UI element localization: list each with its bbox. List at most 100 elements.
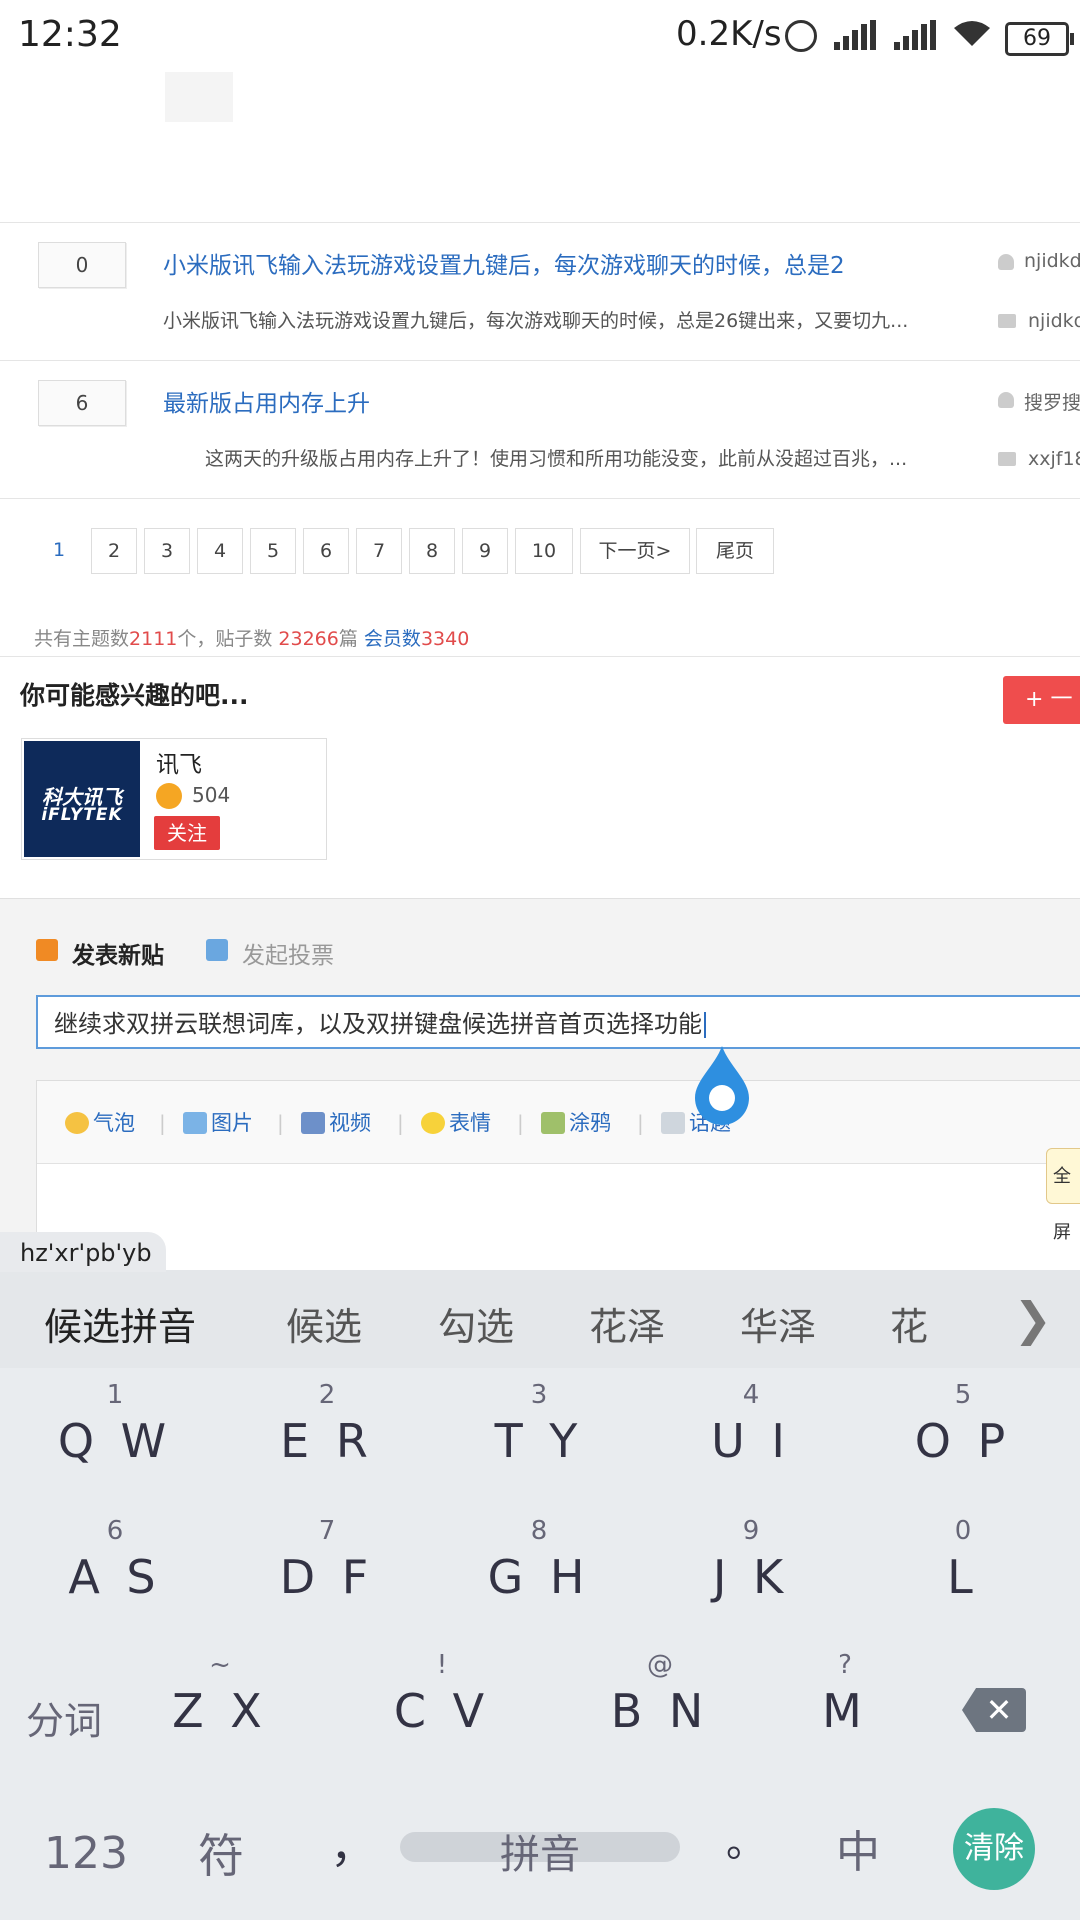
key-cv[interactable]: ! C V [342,1650,542,1738]
numbers-key[interactable]: 123 [44,1828,128,1879]
last-reply-user[interactable]: njidkd [1028,310,1080,332]
stats-members-label[interactable]: 会员数 [364,628,421,650]
last-reply-user[interactable]: xxjf18 [1028,448,1080,470]
page-10[interactable]: 10 [515,528,573,574]
key-label: Q W [57,1414,173,1468]
emoji-icon [421,1112,445,1134]
expand-candidates-icon[interactable]: ❯ [1013,1292,1052,1346]
thread-title[interactable]: 小米版讯飞输入法玩游戏设置九键后，每次游戏聊天的时候，总是2 [163,246,845,280]
hashtag-icon [661,1112,685,1134]
page-9[interactable]: 9 [462,528,508,574]
thread-author[interactable]: 搜罗搜 [1024,388,1080,415]
thread-row[interactable]: 6 最新版占用内存上升 这两天的升级版占用内存上升了！使用习惯和所用功能没变，此… [0,360,1080,498]
key-m[interactable]: ? M [750,1650,940,1738]
thread-thumbnail[interactable] [165,72,233,122]
thread-row[interactable]: 0 小米版讯飞输入法玩游戏设置九键后，每次游戏聊天的时候，总是2 小米版讯飞输入… [0,222,1080,360]
language-key[interactable]: 中 [836,1816,880,1880]
key-number: 6 [106,1516,124,1546]
key-label: Z X [172,1684,268,1738]
candidate-1[interactable]: 候选拼音 [44,1296,196,1351]
stats-topics-label: 共有主题数 [34,628,130,650]
user-icon [998,392,1014,408]
key-gh[interactable]: 8 G H [444,1516,634,1604]
forum-card[interactable]: 科大讯飞 iFLYTEK 讯飞 504 关注 [21,738,327,860]
key-label: O P [914,1414,1012,1468]
divider [0,498,1080,499]
candidate-6[interactable]: 花 [890,1296,928,1351]
key-number: 1 [106,1380,124,1410]
symbols-key[interactable]: 符 [198,1820,244,1886]
one-click-follow-button[interactable]: + 一键 [1003,676,1080,760]
split-key[interactable]: 分词 [26,1690,102,1745]
tab-new-post[interactable]: 发表新贴 [72,936,164,970]
key-number: 0 [954,1516,972,1546]
candidate-5[interactable]: 华泽 [740,1296,816,1351]
key-op[interactable]: 5 O P [868,1380,1058,1468]
key-df[interactable]: 7 D F [232,1516,422,1604]
emoji-tool[interactable]: 表情 [421,1107,491,1137]
fullscreen-button[interactable]: 全屏 [1046,1148,1080,1243]
key-as[interactable]: 6 A S [20,1516,210,1604]
video-tool-label: 视频 [329,1111,371,1135]
key-jk[interactable]: 9 J K [656,1516,846,1604]
key-symbol: ! [436,1650,448,1680]
clear-button[interactable]: 清除 [953,1808,1035,1890]
last-page-button[interactable]: 尾页 [696,528,774,574]
thread-author[interactable]: njidkd [1024,250,1080,272]
doodle-tool[interactable]: 涂鸦 [541,1107,611,1137]
key-label: B N [610,1684,710,1738]
key-label: J K [712,1550,790,1604]
key-er[interactable]: 2 E R [232,1380,422,1468]
forum-name[interactable]: 讯飞 [156,745,202,779]
page-2[interactable]: 2 [91,528,137,574]
next-page-button[interactable]: 下一页> [580,528,690,574]
video-tool[interactable]: 视频 [301,1107,371,1137]
key-qw[interactable]: 1 Q W [20,1380,210,1468]
key-ty[interactable]: 3 T Y [444,1380,634,1468]
bubble-tool-label: 气泡 [93,1111,135,1135]
key-number: 7 [318,1516,336,1546]
period-key[interactable]: 。 [726,1810,766,1868]
key-label: E R [280,1414,374,1468]
follow-button[interactable]: 关注 [154,816,220,850]
key-bn[interactable]: @ B N [560,1650,760,1738]
stats-posts-label: 个，贴子数 [177,628,279,650]
bubble-tool[interactable]: 气泡 [65,1107,135,1137]
post-content-editor[interactable]: 气泡 | 图片 | 视频 | 表情 | 涂鸦 | 话题 [36,1080,1080,1282]
candidate-2[interactable]: 候选 [286,1296,362,1351]
comma-key[interactable]: ， [330,1810,376,1876]
key-l[interactable]: 0L [868,1516,1058,1604]
page-3[interactable]: 3 [144,528,190,574]
text-selection-handle[interactable] [695,1046,749,1126]
members-icon [156,783,182,809]
key-number: 4 [742,1380,760,1410]
key-label: G H [487,1550,591,1604]
candidate-4[interactable]: 花泽 [589,1296,665,1351]
candidate-3[interactable]: 勾选 [438,1296,514,1351]
key-symbol: ? [838,1650,852,1680]
post-title-input[interactable]: 继续求双拼云联想词库，以及双拼键盘候选拼音首页选择功能 [36,995,1080,1049]
member-count: 504 [192,783,231,807]
page-7[interactable]: 7 [356,528,402,574]
network-speed: 0.2K/s [676,14,782,54]
page-8[interactable]: 8 [409,528,455,574]
key-number: 5 [954,1380,972,1410]
backspace-icon[interactable]: ✕ [962,1688,1026,1732]
key-zx[interactable]: ~ Z X [120,1650,320,1738]
key-label: D F [279,1550,375,1604]
signal-icon [834,20,878,50]
image-tool[interactable]: 图片 [183,1107,253,1137]
key-label: L [947,1550,979,1604]
recommend-heading: 你可能感兴趣的吧... [20,681,249,710]
tab-start-vote[interactable]: 发起投票 [242,936,334,970]
wifi-icon [952,18,992,46]
thread-title[interactable]: 最新版占用内存上升 [163,384,370,418]
page-4[interactable]: 4 [197,528,243,574]
logo-text-en: iFLYTEK [41,805,123,825]
page-1[interactable]: 1 [42,528,76,572]
key-ui[interactable]: 4 U I [656,1380,846,1468]
space-key-label: 拼音 [500,1832,580,1878]
page-5[interactable]: 5 [250,528,296,574]
key-number: 3 [530,1380,548,1410]
page-6[interactable]: 6 [303,528,349,574]
